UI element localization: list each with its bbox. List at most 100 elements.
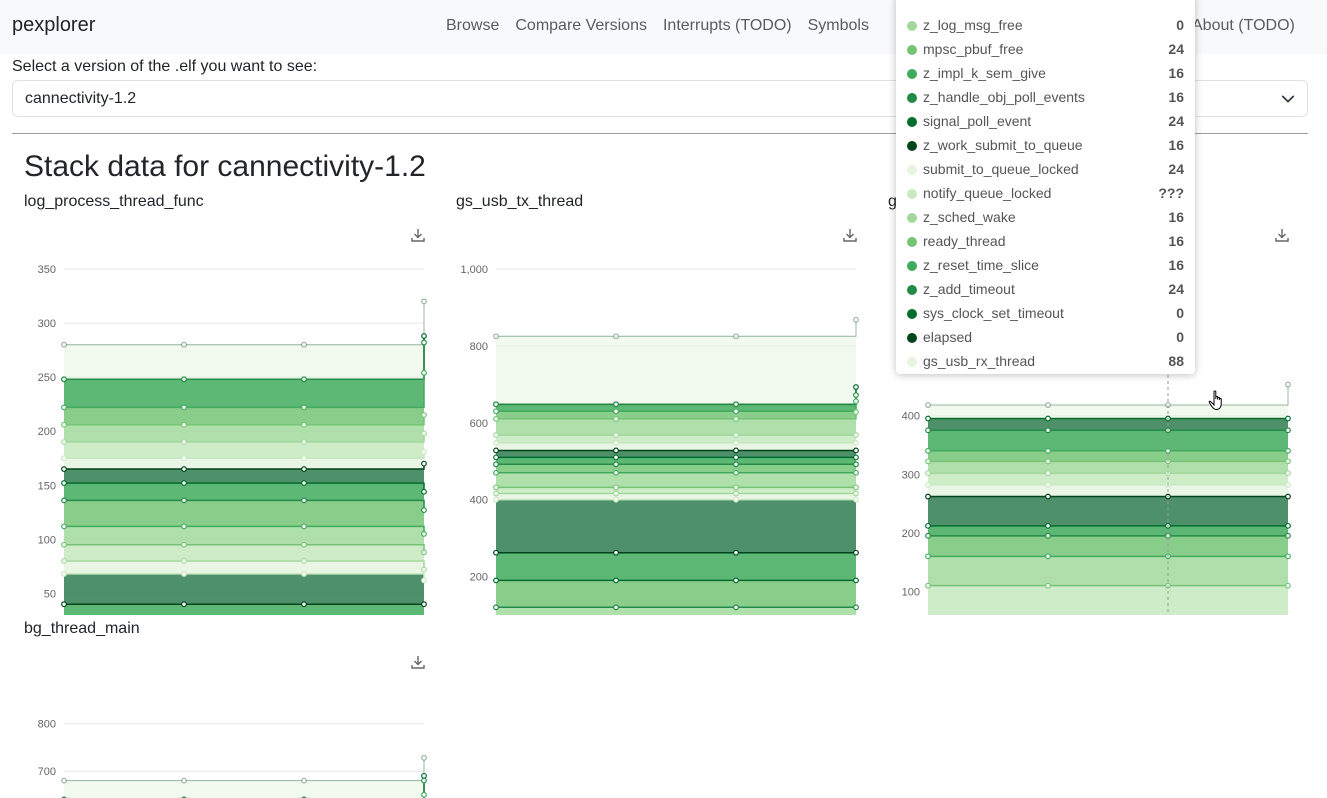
series-point[interactable] [61,466,67,472]
series-point[interactable] [421,549,427,556]
series-point[interactable] [1285,381,1291,388]
series-point[interactable] [301,480,307,486]
series-point[interactable] [421,298,427,305]
series-point[interactable] [925,532,931,539]
series-point[interactable] [1045,532,1051,539]
series-point[interactable] [301,571,307,577]
series-point[interactable] [853,496,859,503]
series-point[interactable] [733,604,739,611]
nav-symbols[interactable]: Symbols [808,17,869,35]
series-point[interactable] [421,777,427,784]
series-point[interactable] [493,496,499,503]
series-point[interactable] [301,421,307,428]
series-point[interactable] [1285,481,1291,488]
series-point[interactable] [301,601,307,608]
series-point[interactable] [853,398,859,405]
series-point[interactable] [61,341,67,348]
series-point[interactable] [421,531,427,537]
series-point[interactable] [613,604,619,611]
series-point[interactable] [613,333,619,340]
series-point[interactable] [1285,470,1291,476]
series-point[interactable] [925,415,931,422]
series-point[interactable] [925,481,931,488]
series-point[interactable] [421,507,427,514]
series-point[interactable] [613,401,619,408]
series-point[interactable] [853,409,859,415]
series-point[interactable] [421,460,427,467]
series-point[interactable] [1285,458,1291,465]
series-point[interactable] [853,392,859,398]
series-point[interactable] [1285,415,1291,422]
series-point[interactable] [181,601,187,608]
series-point[interactable] [493,604,499,611]
series-point[interactable] [181,439,187,445]
series-point[interactable] [925,427,931,434]
series-point[interactable] [61,541,67,548]
series-point[interactable] [61,421,67,428]
series-point[interactable] [733,496,739,503]
series-point[interactable] [733,577,739,584]
series-point[interactable] [421,754,427,761]
series-point[interactable] [181,558,187,564]
series-point[interactable] [421,333,427,339]
series-point[interactable] [925,582,931,589]
series-point[interactable] [853,384,859,390]
series-point[interactable] [421,339,427,346]
series-point[interactable] [421,577,427,584]
series-point[interactable] [493,447,499,454]
series-point[interactable] [493,454,499,461]
series-point[interactable] [421,791,427,798]
series-point[interactable] [613,469,619,476]
series-point[interactable] [853,604,859,611]
series-point[interactable] [61,497,67,504]
series-point[interactable] [493,401,499,408]
series-point[interactable] [733,408,739,415]
series-point[interactable] [493,577,499,584]
series-point[interactable] [1045,427,1051,434]
series-point[interactable] [853,469,859,476]
series-point[interactable] [853,490,859,497]
series-point[interactable] [421,601,427,608]
series-point[interactable] [181,497,187,504]
series-point[interactable] [61,404,67,411]
series-point[interactable] [181,480,187,486]
series-point[interactable] [1285,522,1291,529]
series-point[interactable] [61,376,67,383]
series-point[interactable] [733,549,739,556]
series-point[interactable] [181,341,187,348]
series-point[interactable] [421,369,427,376]
series-point[interactable] [1045,522,1051,529]
series-point[interactable] [613,484,619,491]
series-point[interactable] [733,416,739,422]
series-point[interactable] [181,404,187,411]
nav-interrupts[interactable]: Interrupts (TODO) [663,17,792,35]
series-point[interactable] [301,541,307,548]
series-point[interactable] [613,447,619,454]
series-point[interactable] [925,553,931,560]
series-point[interactable] [1045,458,1051,465]
series-point[interactable] [1045,402,1051,408]
series-point[interactable] [181,571,187,577]
series-point[interactable] [493,461,499,468]
series-point[interactable] [853,447,859,454]
series-point[interactable] [733,469,739,476]
series-point[interactable] [181,777,187,784]
series-point[interactable] [853,461,859,468]
series-point[interactable] [1285,447,1291,454]
series-point[interactable] [853,316,859,323]
series-point[interactable] [421,772,427,779]
series-point[interactable] [1045,415,1051,422]
series-point[interactable] [61,439,67,445]
series-point[interactable] [733,490,739,497]
series-point[interactable] [301,376,307,383]
series-point[interactable] [421,412,427,418]
series-point[interactable] [613,461,619,468]
series-point[interactable] [853,484,859,491]
download-icon[interactable] [410,654,426,670]
series-point[interactable] [853,549,859,556]
series-point[interactable] [301,497,307,504]
nav-compare-versions[interactable]: Compare Versions [515,17,647,35]
series-point[interactable] [493,408,499,415]
series-point[interactable] [301,558,307,564]
series-point[interactable] [613,577,619,584]
